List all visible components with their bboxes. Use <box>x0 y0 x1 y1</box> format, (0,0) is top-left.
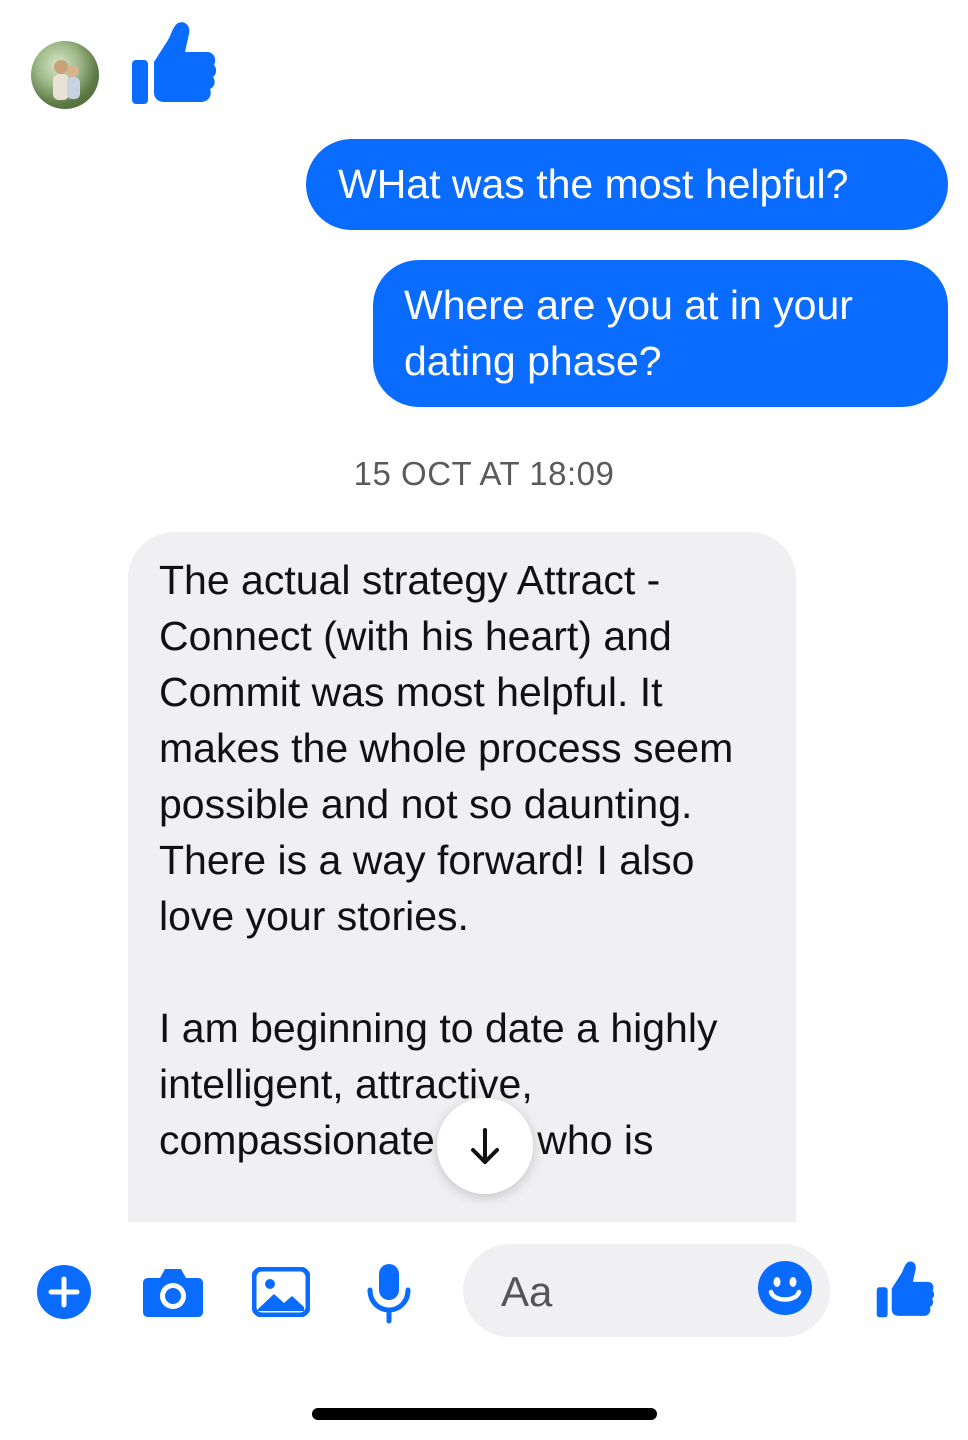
scroll-to-bottom-button[interactable] <box>437 1098 533 1194</box>
arrow-down-icon <box>471 1128 499 1164</box>
composer-bar: Aa <box>0 1222 968 1440</box>
message-input-placeholder: Aa <box>501 1268 553 1315</box>
message-text: WHat was the most helpful? <box>338 161 849 207</box>
camera-icon[interactable] <box>142 1264 204 1318</box>
outgoing-message[interactable]: Where are you at in your dating phase? <box>373 260 948 407</box>
contact-avatar[interactable] <box>31 41 99 109</box>
avatar-photo <box>53 60 80 100</box>
plus-icon[interactable] <box>36 1264 92 1320</box>
message-paragraph: The actual strategy Attract - Connect (w… <box>159 557 734 939</box>
thumbs-up-icon[interactable] <box>874 1260 934 1320</box>
microphone-icon[interactable] <box>366 1262 412 1324</box>
message-text: Where are you at in your dating phase? <box>404 282 853 384</box>
image-icon[interactable] <box>252 1267 310 1317</box>
thumbs-up-icon[interactable] <box>128 20 216 108</box>
message-timestamp: 15 OCT AT 18:09 <box>353 455 615 492</box>
outgoing-message[interactable]: WHat was the most helpful? <box>306 139 948 230</box>
home-indicator <box>312 1408 657 1420</box>
emoji-icon[interactable] <box>757 1260 813 1316</box>
message-input[interactable]: Aa <box>463 1244 830 1337</box>
